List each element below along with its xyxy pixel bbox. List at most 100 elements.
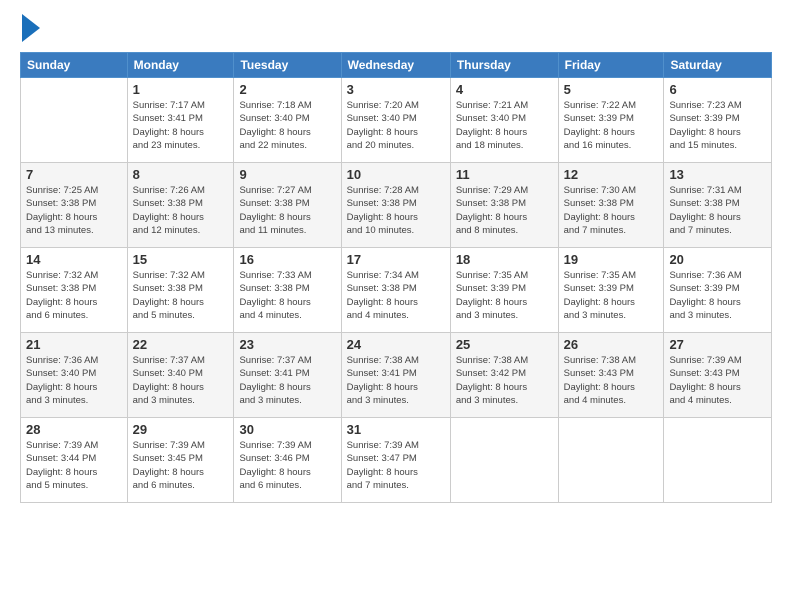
day-info: Sunrise: 7:22 AM Sunset: 3:39 PM Dayligh…: [564, 99, 659, 152]
day-info: Sunrise: 7:39 AM Sunset: 3:43 PM Dayligh…: [669, 354, 766, 407]
calendar-cell: 31 Sunrise: 7:39 AM Sunset: 3:47 PM Dayli…: [341, 418, 450, 503]
day-number: 25: [456, 337, 553, 352]
calendar-cell: [664, 418, 772, 503]
day-number: 28: [26, 422, 122, 437]
calendar-cell: 1 Sunrise: 7:17 AM Sunset: 3:41 PM Daylig…: [127, 78, 234, 163]
calendar-cell: 18 Sunrise: 7:35 AM Sunset: 3:39 PM Dayli…: [450, 248, 558, 333]
calendar-cell: 3 Sunrise: 7:20 AM Sunset: 3:40 PM Daylig…: [341, 78, 450, 163]
day-info: Sunrise: 7:27 AM Sunset: 3:38 PM Dayligh…: [239, 184, 335, 237]
day-info: Sunrise: 7:35 AM Sunset: 3:39 PM Dayligh…: [456, 269, 553, 322]
day-number: 29: [133, 422, 229, 437]
day-info: Sunrise: 7:17 AM Sunset: 3:41 PM Dayligh…: [133, 99, 229, 152]
calendar-cell: 29 Sunrise: 7:39 AM Sunset: 3:45 PM Dayli…: [127, 418, 234, 503]
calendar-cell: [450, 418, 558, 503]
day-info: Sunrise: 7:39 AM Sunset: 3:47 PM Dayligh…: [347, 439, 445, 492]
weekday-header: Thursday: [450, 53, 558, 78]
day-info: Sunrise: 7:32 AM Sunset: 3:38 PM Dayligh…: [26, 269, 122, 322]
calendar-cell: 17Sunrise: 7:34 AM Sunset: 3:38 PM Dayli…: [341, 248, 450, 333]
calendar-cell: 28 Sunrise: 7:39 AM Sunset: 3:44 PM Dayli…: [21, 418, 128, 503]
day-number: 14: [26, 252, 122, 267]
day-number: 20: [669, 252, 766, 267]
weekday-header: Tuesday: [234, 53, 341, 78]
calendar-cell: 2 Sunrise: 7:18 AM Sunset: 3:40 PM Daylig…: [234, 78, 341, 163]
weekday-header: Saturday: [664, 53, 772, 78]
day-info: Sunrise: 7:26 AM Sunset: 3:38 PM Dayligh…: [133, 184, 229, 237]
calendar-cell: 7Sunrise: 7:25 AM Sunset: 3:38 PM Daylig…: [21, 163, 128, 248]
day-number: 27: [669, 337, 766, 352]
calendar-cell: 6Sunrise: 7:23 AM Sunset: 3:39 PM Daylig…: [664, 78, 772, 163]
day-info: Sunrise: 7:37 AM Sunset: 3:41 PM Dayligh…: [239, 354, 335, 407]
day-info: Sunrise: 7:21 AM Sunset: 3:40 PM Dayligh…: [456, 99, 553, 152]
day-number: 10: [347, 167, 445, 182]
day-info: Sunrise: 7:18 AM Sunset: 3:40 PM Dayligh…: [239, 99, 335, 152]
calendar-cell: 19 Sunrise: 7:35 AM Sunset: 3:39 PM Dayli…: [558, 248, 664, 333]
calendar-cell: 21 Sunrise: 7:36 AM Sunset: 3:40 PM Dayli…: [21, 333, 128, 418]
calendar-cell: 9 Sunrise: 7:27 AM Sunset: 3:38 PM Daylig…: [234, 163, 341, 248]
day-number: 8: [133, 167, 229, 182]
calendar-cell: 20 Sunrise: 7:36 AM Sunset: 3:39 PM Dayli…: [664, 248, 772, 333]
day-number: 24: [347, 337, 445, 352]
day-number: 30: [239, 422, 335, 437]
day-info: Sunrise: 7:38 AM Sunset: 3:42 PM Dayligh…: [456, 354, 553, 407]
day-number: 4: [456, 82, 553, 97]
calendar-header-row: SundayMondayTuesdayWednesdayThursdayFrid…: [21, 53, 772, 78]
day-number: 3: [347, 82, 445, 97]
day-info: Sunrise: 7:20 AM Sunset: 3:40 PM Dayligh…: [347, 99, 445, 152]
day-info: Sunrise: 7:39 AM Sunset: 3:45 PM Dayligh…: [133, 439, 229, 492]
calendar-cell: 16 Sunrise: 7:33 AM Sunset: 3:38 PM Dayli…: [234, 248, 341, 333]
day-info: Sunrise: 7:28 AM Sunset: 3:38 PM Dayligh…: [347, 184, 445, 237]
day-info: Sunrise: 7:38 AM Sunset: 3:43 PM Dayligh…: [564, 354, 659, 407]
day-number: 5: [564, 82, 659, 97]
weekday-header: Wednesday: [341, 53, 450, 78]
day-info: Sunrise: 7:33 AM Sunset: 3:38 PM Dayligh…: [239, 269, 335, 322]
calendar-table: SundayMondayTuesdayWednesdayThursdayFrid…: [20, 52, 772, 503]
calendar-cell: 26 Sunrise: 7:38 AM Sunset: 3:43 PM Dayli…: [558, 333, 664, 418]
day-number: 11: [456, 167, 553, 182]
day-number: 13: [669, 167, 766, 182]
calendar-week-row: 28 Sunrise: 7:39 AM Sunset: 3:44 PM Dayli…: [21, 418, 772, 503]
calendar-cell: 12 Sunrise: 7:30 AM Sunset: 3:38 PM Dayli…: [558, 163, 664, 248]
day-number: 19: [564, 252, 659, 267]
calendar-cell: 11Sunrise: 7:29 AM Sunset: 3:38 PM Dayli…: [450, 163, 558, 248]
day-number: 1: [133, 82, 229, 97]
calendar-cell: 24Sunrise: 7:38 AM Sunset: 3:41 PM Dayli…: [341, 333, 450, 418]
calendar-cell: 10 Sunrise: 7:28 AM Sunset: 3:38 PM Dayli…: [341, 163, 450, 248]
day-number: 26: [564, 337, 659, 352]
day-number: 9: [239, 167, 335, 182]
day-number: 18: [456, 252, 553, 267]
day-number: 23: [239, 337, 335, 352]
day-info: Sunrise: 7:30 AM Sunset: 3:38 PM Dayligh…: [564, 184, 659, 237]
day-info: Sunrise: 7:35 AM Sunset: 3:39 PM Dayligh…: [564, 269, 659, 322]
weekday-header: Sunday: [21, 53, 128, 78]
calendar-cell: 13 Sunrise: 7:31 AM Sunset: 3:38 PM Dayli…: [664, 163, 772, 248]
calendar-week-row: 7Sunrise: 7:25 AM Sunset: 3:38 PM Daylig…: [21, 163, 772, 248]
calendar-cell: 4 Sunrise: 7:21 AM Sunset: 3:40 PM Daylig…: [450, 78, 558, 163]
day-info: Sunrise: 7:39 AM Sunset: 3:46 PM Dayligh…: [239, 439, 335, 492]
weekday-header: Friday: [558, 53, 664, 78]
day-number: 12: [564, 167, 659, 182]
day-number: 6: [669, 82, 766, 97]
day-info: Sunrise: 7:36 AM Sunset: 3:40 PM Dayligh…: [26, 354, 122, 407]
day-info: Sunrise: 7:31 AM Sunset: 3:38 PM Dayligh…: [669, 184, 766, 237]
day-number: 16: [239, 252, 335, 267]
day-number: 7: [26, 167, 122, 182]
calendar-week-row: 1 Sunrise: 7:17 AM Sunset: 3:41 PM Daylig…: [21, 78, 772, 163]
day-number: 31: [347, 422, 445, 437]
calendar-cell: 25 Sunrise: 7:38 AM Sunset: 3:42 PM Dayli…: [450, 333, 558, 418]
weekday-header: Monday: [127, 53, 234, 78]
day-info: Sunrise: 7:36 AM Sunset: 3:39 PM Dayligh…: [669, 269, 766, 322]
day-number: 15: [133, 252, 229, 267]
day-number: 2: [239, 82, 335, 97]
calendar-cell: 30 Sunrise: 7:39 AM Sunset: 3:46 PM Dayli…: [234, 418, 341, 503]
header: [20, 16, 772, 42]
page: SundayMondayTuesdayWednesdayThursdayFrid…: [0, 0, 792, 612]
day-info: Sunrise: 7:39 AM Sunset: 3:44 PM Dayligh…: [26, 439, 122, 492]
calendar-cell: [558, 418, 664, 503]
calendar-cell: 22Sunrise: 7:37 AM Sunset: 3:40 PM Dayli…: [127, 333, 234, 418]
logo: [20, 16, 40, 42]
calendar-cell: 27 Sunrise: 7:39 AM Sunset: 3:43 PM Dayli…: [664, 333, 772, 418]
calendar-cell: 8 Sunrise: 7:26 AM Sunset: 3:38 PM Daylig…: [127, 163, 234, 248]
calendar-cell: 15Sunrise: 7:32 AM Sunset: 3:38 PM Dayli…: [127, 248, 234, 333]
calendar-cell: [21, 78, 128, 163]
day-number: 21: [26, 337, 122, 352]
